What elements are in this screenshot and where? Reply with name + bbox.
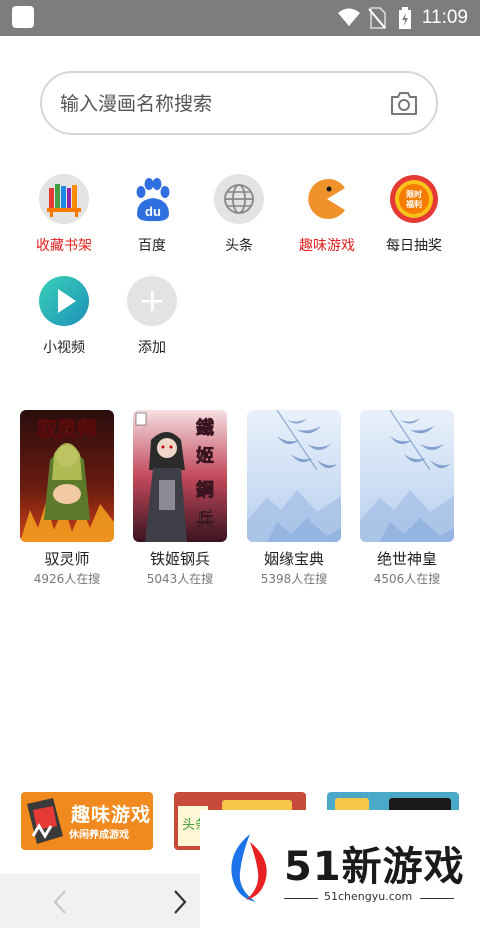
comic-cover[interactable]: 鐵 姬 鋼 兵: [133, 410, 227, 542]
shortcut-headlines[interactable]: 头条: [199, 174, 279, 264]
svg-text:姬: 姬: [196, 445, 214, 467]
baidu-paw-icon: du: [136, 178, 170, 222]
comic-search-count: 5043人在搜: [146, 572, 214, 586]
comic-search-count: 4926人在搜: [33, 572, 101, 586]
comic-card[interactable]: 姻缘宝典 5398人在搜: [247, 410, 343, 590]
shortcut-short-video[interactable]: 小视频: [24, 276, 104, 366]
battery-charging-icon: [399, 7, 411, 29]
comic-title: 姻缘宝典: [263, 550, 324, 568]
status-time: 11:09: [421, 7, 468, 28]
comic-card[interactable]: 鐵 姬 鋼 兵 铁姬钢兵 5043人在搜: [133, 410, 229, 590]
shortcut-bookshelf[interactable]: 收藏书架: [24, 174, 104, 264]
shortcut-label: 每日抽奖: [386, 238, 442, 254]
shortcut-label: 百度: [138, 238, 166, 254]
watermark-domain: 51chengyu.com: [324, 890, 413, 903]
shortcut-add[interactable]: 添加: [112, 276, 192, 366]
watermark-divider: [420, 898, 454, 899]
watermark: 51新游戏 51chengyu.com: [200, 810, 480, 928]
notification-app-icon: [12, 6, 34, 28]
camera-icon[interactable]: [390, 90, 418, 116]
comic-search-count: 4506人在搜: [373, 572, 441, 586]
status-bar: 11:09: [0, 0, 480, 36]
comic-cover-title: 鐵: [196, 417, 214, 439]
comic-title: 绝世神皇: [376, 550, 437, 568]
comic-card[interactable]: 驭灵师 驭灵师 4926人在搜: [20, 410, 116, 590]
placeholder-bamboo-cover[interactable]: [360, 410, 454, 542]
shortcut-label: 收藏书架: [36, 238, 92, 254]
wifi-icon: [338, 8, 360, 26]
search-input[interactable]: [58, 73, 382, 135]
game-box-icon: [27, 798, 63, 844]
play-icon: [39, 276, 89, 326]
globe-icon: [214, 174, 264, 224]
lottery-badge-text: 限时: [406, 189, 422, 199]
svg-text:福利: 福利: [405, 199, 422, 209]
watermark-logo-icon: [231, 834, 267, 902]
watermark-divider: [284, 898, 318, 899]
comic-cover[interactable]: 驭灵师: [20, 410, 114, 542]
comic-cover-title: 驭灵师: [37, 417, 97, 441]
banner-title: 趣味游戏: [71, 804, 152, 826]
comic-search-count: 5398人在搜: [260, 572, 328, 586]
shortcut-label: 小视频: [43, 340, 85, 356]
banner-subtitle: 休闲养成游戏: [69, 830, 129, 841]
shortcut-label: 添加: [138, 340, 166, 356]
svg-text:鋼: 鋼: [195, 479, 214, 501]
svg-text:du: du: [145, 204, 161, 219]
lottery-badge-icon: 限时 福利: [390, 175, 438, 223]
comic-card[interactable]: 绝世神皇 4506人在搜: [360, 410, 456, 590]
shortcut-daily-lottery[interactable]: 限时 福利 每日抽奖: [374, 174, 454, 264]
banner-fun-games[interactable]: 趣味游戏 休闲养成游戏: [21, 792, 153, 850]
shortcut-label: 头条: [225, 238, 253, 254]
search-bar[interactable]: [40, 71, 438, 135]
plus-icon: [127, 276, 177, 326]
comic-title: 铁姬钢兵: [149, 550, 210, 568]
shortcut-fun-games[interactable]: 趣味游戏: [287, 174, 367, 264]
bookshelf-icon: [39, 174, 89, 224]
forward-arrow-icon[interactable]: [168, 888, 192, 916]
comic-title: 驭灵师: [44, 550, 90, 568]
bottom-nav: [0, 874, 200, 928]
placeholder-bamboo-cover[interactable]: [247, 410, 341, 542]
svg-text:兵: 兵: [196, 510, 214, 531]
back-arrow-icon[interactable]: [48, 888, 72, 916]
pacman-icon: [308, 179, 345, 219]
no-sim-icon: [368, 7, 386, 29]
shortcut-baidu[interactable]: du 百度: [112, 174, 192, 264]
watermark-text: 51新游戏: [284, 844, 465, 890]
shortcut-label: 趣味游戏: [299, 238, 355, 254]
